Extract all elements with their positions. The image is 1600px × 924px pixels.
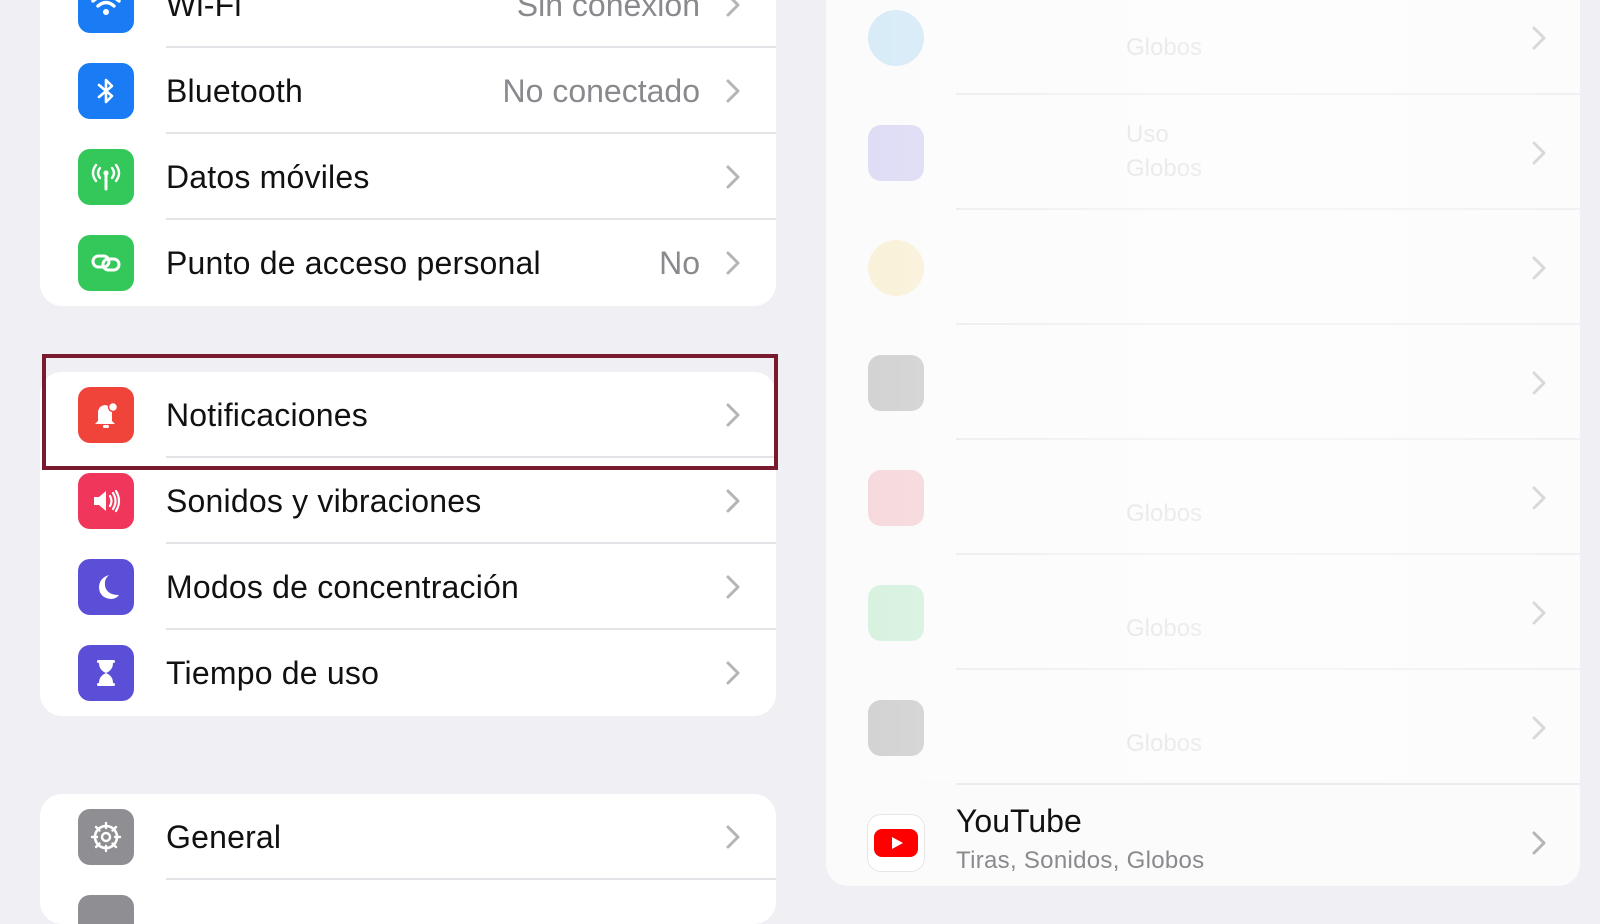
app-row[interactable]: Globos: [826, 555, 1580, 670]
app-row-youtube[interactable]: YouTube Tiras, Sonidos, Globos: [826, 785, 1580, 886]
settings-row-screen-time[interactable]: Tiempo de uso: [40, 630, 776, 716]
chevron-right-icon: [726, 825, 740, 849]
telegram-icon: [868, 9, 924, 66]
settings-row-wifi[interactable]: Wi-Fi Sin conexión: [40, 0, 776, 48]
chevron-right-icon: [726, 251, 740, 275]
app-row-subtitle: Globos: [1126, 155, 1203, 182]
app-row[interactable]: [826, 210, 1580, 325]
settings-row-next[interactable]: [40, 880, 776, 924]
moon-icon: [78, 559, 134, 615]
chevron-right-icon: [726, 661, 740, 685]
wifi-icon: [78, 0, 134, 33]
chevron-right-icon: [1532, 371, 1546, 394]
app-icon: [868, 469, 924, 526]
chevron-right-icon: [1532, 716, 1546, 739]
tiktok-icon: [868, 354, 924, 411]
general-label: General: [166, 818, 282, 855]
app-row-subtitle: Globos: [1126, 615, 1203, 642]
settings-row-mobile-data[interactable]: Datos móviles: [40, 134, 776, 220]
hourglass-icon: [868, 124, 924, 181]
chevron-right-icon: [726, 165, 740, 189]
bluetooth-label: Bluetooth: [166, 72, 304, 109]
app-icon: [78, 895, 134, 924]
app-row[interactable]: Globos: [826, 0, 1580, 95]
app-row[interactable]: Uso Globos: [826, 95, 1580, 210]
chevron-right-icon: [1532, 486, 1546, 509]
chevron-right-icon: [1532, 141, 1546, 164]
settings-row-hotspot[interactable]: Punto de acceso personal No: [40, 220, 776, 306]
bell-icon: [78, 387, 134, 443]
youtube-icon: [868, 814, 924, 871]
gear-icon: [78, 809, 134, 865]
chevron-right-icon: [1532, 26, 1546, 49]
youtube-title: YouTube: [956, 803, 1082, 839]
focus-label: Modos de concentración: [166, 568, 520, 605]
x-icon: [868, 699, 924, 756]
app-row-title: Uso: [1126, 121, 1169, 148]
app-row-subtitle: Globos: [1126, 730, 1203, 757]
settings-group-notifications: Notificaciones Sonidos y vibraciones Mod…: [40, 372, 776, 716]
hotspot-icon: [78, 235, 134, 291]
whatsapp-icon: [868, 584, 924, 641]
settings-group-connectivity: Wi-Fi Sin conexión Bluetooth No conectad…: [40, 0, 776, 306]
settings-row-focus[interactable]: Modos de concentración: [40, 544, 776, 630]
app-row[interactable]: [826, 325, 1580, 440]
settings-row-general[interactable]: General: [40, 794, 776, 880]
notifications-app-list: Globos Uso Globos Globos Globos Globos Y…: [826, 0, 1580, 886]
screen-time-label: Tiempo de uso: [166, 654, 380, 691]
antenna-icon: [78, 149, 134, 205]
wifi-label: Wi-Fi: [166, 0, 242, 23]
sounds-label: Sonidos y vibraciones: [166, 482, 482, 519]
app-row[interactable]: Globos: [826, 440, 1580, 555]
hotspot-label: Punto de acceso personal: [166, 244, 541, 281]
youtube-subtitle: Tiras, Sonidos, Globos: [956, 847, 1205, 874]
hotspot-value: No: [659, 244, 700, 281]
chevron-right-icon: [1532, 601, 1546, 624]
chevron-right-icon: [726, 79, 740, 103]
chevron-right-icon: [726, 575, 740, 599]
chevron-right-icon: [1532, 831, 1546, 854]
settings-row-bluetooth[interactable]: Bluetooth No conectado: [40, 48, 776, 134]
clock-icon: [868, 239, 924, 296]
wifi-value: Sin conexión: [516, 0, 700, 23]
settings-row-notifications[interactable]: Notificaciones: [40, 372, 776, 458]
app-row-subtitle: Globos: [1126, 34, 1203, 61]
chevron-right-icon: [726, 489, 740, 513]
chevron-right-icon: [726, 0, 740, 17]
settings-group-general: General: [40, 794, 776, 924]
chevron-right-icon: [726, 403, 740, 427]
app-row-subtitle: Globos: [1126, 500, 1203, 527]
hourglass-icon: [78, 645, 134, 701]
chevron-right-icon: [1532, 256, 1546, 279]
bluetooth-icon: [78, 63, 134, 119]
speaker-icon: [78, 473, 134, 529]
mobile-data-label: Datos móviles: [166, 158, 370, 195]
notifications-label: Notificaciones: [166, 396, 369, 433]
app-row[interactable]: Globos: [826, 670, 1580, 785]
settings-row-sounds[interactable]: Sonidos y vibraciones: [40, 458, 776, 544]
bluetooth-value: No conectado: [502, 72, 700, 109]
